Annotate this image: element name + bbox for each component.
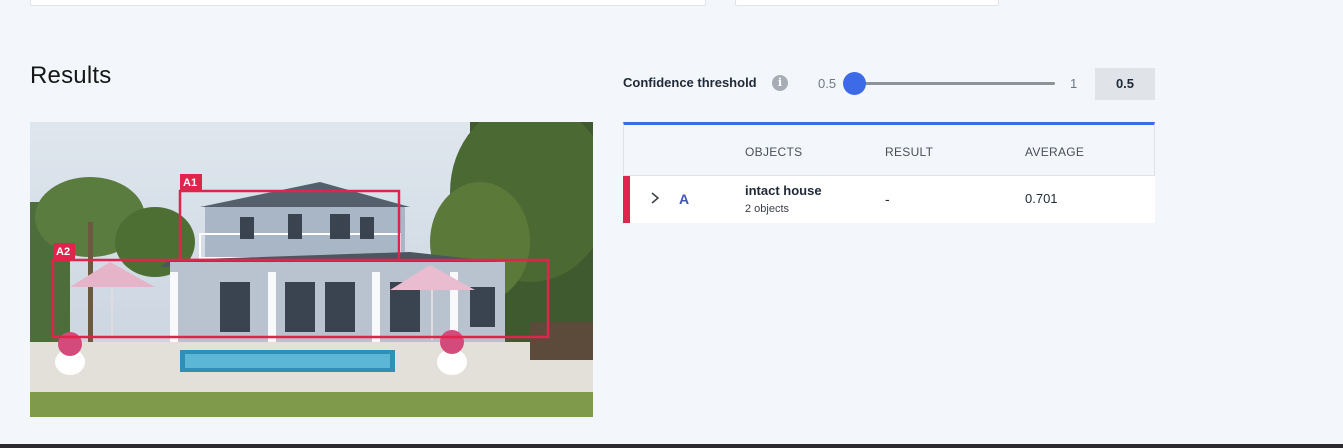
result-image: A1 A2 xyxy=(30,122,593,417)
header-average: AVERAGE xyxy=(1025,145,1085,159)
row-average: 0.701 xyxy=(1025,191,1058,206)
bottom-border xyxy=(0,444,1343,448)
chevron-right-icon[interactable] xyxy=(649,190,661,206)
info-icon[interactable]: i xyxy=(772,75,788,91)
results-table: OBJECTS RESULT AVERAGE A intact house 2 … xyxy=(623,122,1155,223)
header-result: RESULT xyxy=(885,145,934,159)
slider-min-label: 0.5 xyxy=(818,76,837,91)
header-objects: OBJECTS xyxy=(745,145,803,159)
box-label-a1: A1 xyxy=(183,177,197,189)
slider-max-label: 1 xyxy=(1070,76,1078,91)
row-color-bar xyxy=(623,176,630,223)
box-label-a2: A2 xyxy=(56,246,70,258)
top-input-right[interactable] xyxy=(735,0,999,6)
confidence-slider-track[interactable] xyxy=(855,82,1055,85)
confidence-slider-thumb[interactable] xyxy=(843,72,866,95)
row-result: - xyxy=(885,191,890,207)
results-title: Results xyxy=(30,62,112,89)
confidence-label: Confidence threshold xyxy=(623,75,757,90)
row-object-name: intact house xyxy=(745,183,822,198)
row-object-count: 2 objects xyxy=(745,203,790,215)
row-group-letter: A xyxy=(679,191,690,207)
table-row[interactable]: A intact house 2 objects - 0.701 xyxy=(623,175,1155,223)
confidence-value-input[interactable]: 0.5 xyxy=(1095,68,1155,100)
top-input-left[interactable] xyxy=(30,0,706,6)
